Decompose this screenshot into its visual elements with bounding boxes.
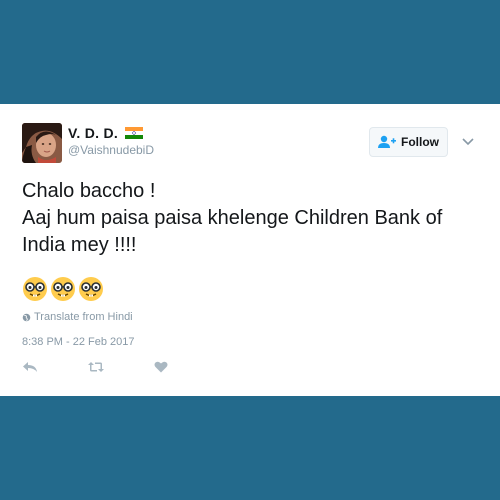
tweet-line: India mey !!!!: [22, 234, 137, 256]
like-icon[interactable]: [154, 361, 168, 373]
reply-icon[interactable]: [22, 361, 38, 373]
nerd-face-emoji: [51, 277, 75, 301]
retweet-icon[interactable]: [87, 361, 105, 373]
tweet-card: V. D. D. @VaishnudebiD Follow Chalo bacc…: [0, 104, 500, 396]
tweet-line: Aaj hum paisa paisa khelenge Children Ba…: [22, 207, 443, 229]
emoji-row: [22, 276, 104, 302]
india-flag-icon: [125, 127, 144, 139]
nerd-face-emoji: [79, 277, 103, 301]
translate-link[interactable]: Translate from Hindi: [22, 311, 133, 323]
translate-label: Translate from Hindi: [34, 311, 133, 323]
follow-button[interactable]: Follow: [369, 127, 448, 157]
tweet-timestamp[interactable]: 8:38 PM - 22 Feb 2017: [22, 336, 135, 348]
add-user-icon: [378, 135, 396, 148]
profile-avatar: [22, 123, 62, 163]
user-handle[interactable]: @VaishnudebiD: [68, 143, 154, 157]
avatar[interactable]: [22, 123, 62, 163]
globe-icon: [22, 313, 31, 321]
nerd-face-emoji: [23, 277, 47, 301]
tweet-text: Chalo baccho ! Aaj hum paisa paisa khele…: [22, 178, 492, 259]
display-name[interactable]: V. D. D.: [68, 125, 118, 141]
tweet-actions: [22, 361, 168, 373]
user-name-row: V. D. D.: [68, 125, 144, 141]
chevron-down-icon[interactable]: [461, 137, 475, 147]
follow-button-label: Follow: [401, 135, 439, 149]
tweet-line: Chalo baccho !: [22, 180, 156, 202]
